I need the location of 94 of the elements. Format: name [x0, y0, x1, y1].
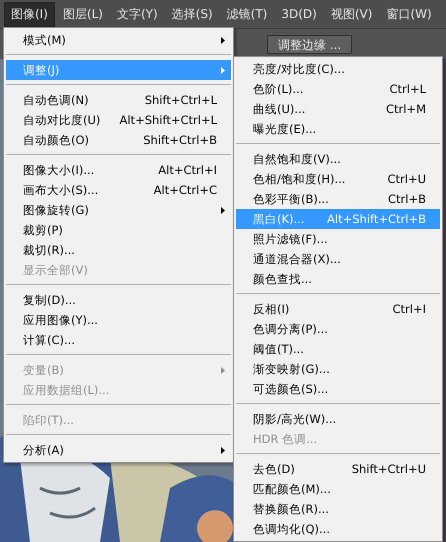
menu-item-label: 应用图像(Y)... — [23, 312, 99, 328]
menu-item-label: 通道混合器(X)... — [253, 252, 342, 266]
menu-item-label: 照片滤镜(F)... — [253, 232, 329, 246]
menu-item-label: 显示全部(V) — [23, 262, 89, 278]
shortcut-label: Shift+Ctrl+L — [144, 93, 217, 107]
menu-item-label: 裁剪(P) — [23, 222, 64, 238]
menu-item-label: 图像大小(I)... — [23, 162, 96, 178]
menu-item-label: 陷印(T)... — [23, 412, 75, 428]
menu-item-label: 计算(C)... — [23, 332, 76, 348]
menu-item[interactable]: 裁切(R)... — [6, 240, 231, 260]
menu-item[interactable]: 替换颜色(R)... — [236, 499, 440, 519]
menu-item[interactable]: 反相(I) Ctrl+I — [236, 299, 440, 319]
menu-item-label: 自然饱和度(V)... — [253, 152, 342, 166]
menu-item-label: 阈值(T)... — [253, 342, 305, 356]
menu-item[interactable]: 去色(D) Shift+Ctrl+U — [236, 459, 440, 479]
menu-item-label: 画布大小(S)... — [23, 182, 100, 198]
menu-item[interactable]: 渐变映射(G)... — [236, 359, 440, 379]
menu-item-label: 曲线(U)... — [253, 102, 306, 116]
shortcut-label: Alt+Ctrl+I — [158, 163, 217, 177]
menu-item-label: 应用数据组(L)... — [23, 382, 110, 398]
menu-item-label: 色彩平衡(B)... — [253, 192, 330, 206]
menu-item[interactable]: 分析(A) — [6, 440, 231, 460]
menu-item[interactable]: 色阶(L)... Ctrl+L — [236, 79, 440, 99]
menu-item-label: 曝光度(E)... — [253, 122, 318, 136]
shortcut-label: Alt+Ctrl+C — [154, 183, 217, 197]
refine-edge-button[interactable]: 调整边缘 ... — [267, 34, 352, 54]
menu-item[interactable]: 曲线(U)... Ctrl+M — [236, 99, 440, 119]
menu-item-label: 图像旋转(G) — [23, 202, 90, 218]
menu-item-label: 渐变映射(G)... — [253, 362, 331, 376]
menu-item-label: HDR 色调... — [253, 432, 318, 446]
menu-item-label: 模式(M) — [23, 32, 67, 48]
menu-bar-item[interactable]: 3D(D) — [275, 4, 323, 24]
menu-item-label: 可选颜色(S)... — [253, 382, 330, 396]
menu-item[interactable]: 照片滤镜(F)... — [236, 229, 440, 249]
menu-item-label: 自动色调(N) — [23, 92, 90, 108]
menu-item[interactable]: 裁剪(P) — [6, 220, 231, 240]
menu-item[interactable]: 可选颜色(S)... — [236, 379, 440, 399]
menu-item[interactable]: 阈值(T)... — [236, 339, 440, 359]
menu-item-label: 去色(D) — [253, 462, 296, 476]
menu-bar-item[interactable]: 选择(S) — [166, 2, 219, 26]
menu-bar-item[interactable]: 图层(L) — [56, 2, 109, 26]
menu-item[interactable]: 自动颜色(O) Shift+Ctrl+B — [6, 130, 231, 150]
shortcut-label: Alt+Shift+Ctrl+L — [120, 113, 217, 127]
shortcut-label: Ctrl+L — [389, 82, 426, 96]
menu-bar-item[interactable]: 图像(I) — [4, 2, 55, 26]
menu-item-label: 色阶(L)... — [253, 82, 304, 96]
menu-item-label: 替换颜色(R)... — [253, 502, 330, 516]
shortcut-label: Ctrl+U — [387, 172, 426, 186]
shortcut-label: Alt+Shift+Ctrl+B — [327, 212, 426, 226]
menu-item[interactable]: 画布大小(S)... Alt+Ctrl+C — [6, 180, 231, 200]
shortcut-label: Shift+Ctrl+U — [352, 462, 426, 476]
menu-bar-item[interactable]: 文字(Y) — [110, 2, 164, 26]
menu-item[interactable]: 色彩平衡(B)... Ctrl+B — [236, 189, 440, 209]
menu-item[interactable]: 色调分离(P)... — [236, 319, 440, 339]
menu-item[interactable]: 图像旋转(G) — [6, 200, 231, 220]
menu-item-label: 反相(I) — [253, 302, 290, 316]
menu-item-label: 自动颜色(O) — [23, 132, 90, 148]
menu-item-label: 阴影/高光(W)... — [253, 412, 338, 426]
menu-item[interactable]: 自动色调(N) Shift+Ctrl+L — [6, 90, 231, 110]
menu-item-label: 复制(D)... — [23, 292, 77, 308]
menu-item[interactable]: 曝光度(E)... — [236, 119, 440, 139]
menu-item[interactable]: 色相/饱和度(H)... Ctrl+U — [236, 169, 440, 189]
menu-item-label: 色调分离(P)... — [253, 322, 329, 336]
menu-item[interactable]: 亮度/对比度(C)... — [236, 59, 440, 79]
menu-item-label: 色相/饱和度(H)... — [253, 172, 346, 186]
menu-bar-item[interactable]: 窗口(W) — [380, 2, 438, 26]
menu-bar-item[interactable]: 视图(V) — [324, 2, 378, 26]
menu-item-label: 黑白(K)... — [253, 212, 306, 226]
menu-item-label: 颜色查找... — [253, 272, 313, 286]
menu-bar-item[interactable]: 滤镜(T) — [220, 2, 274, 26]
menu-item[interactable]: 应用图像(Y)... — [6, 310, 231, 330]
menu-item-label: 自动对比度(U) — [23, 112, 102, 128]
shortcut-label: Ctrl+I — [392, 302, 426, 316]
menu-item-label: 亮度/对比度(C)... — [253, 62, 346, 76]
menu-item-label: 匹配颜色(M)... — [253, 482, 332, 496]
menu-item[interactable]: 自动对比度(U) Alt+Shift+Ctrl+L — [6, 110, 231, 130]
menu-item-label: 变量(B) — [23, 362, 65, 378]
menu-item-label: 色调均化(Q)... — [253, 522, 331, 536]
menu-item[interactable]: 模式(M) — [6, 30, 231, 50]
menu-item[interactable]: 自然饱和度(V)... — [236, 149, 440, 169]
menu-item[interactable]: 复制(D)... — [6, 290, 231, 310]
menu-item-label: 裁切(R)... — [23, 242, 76, 258]
shortcut-label: Ctrl+B — [388, 192, 426, 206]
menu-item[interactable]: 匹配颜色(M)... — [236, 479, 440, 499]
menu-item[interactable]: 通道混合器(X)... — [236, 249, 440, 269]
shortcut-label: Ctrl+M — [386, 102, 426, 116]
menu-item[interactable]: 图像大小(I)... Alt+Ctrl+I — [6, 160, 231, 180]
menu-item[interactable]: 阴影/高光(W)... — [236, 409, 440, 429]
menu-item[interactable]: 色调均化(Q)... — [236, 519, 440, 539]
shortcut-label: Shift+Ctrl+B — [143, 133, 217, 147]
menu-item[interactable]: 计算(C)... — [6, 330, 231, 350]
menu-item-label: 调整(J) — [23, 62, 60, 78]
menu-item[interactable]: 颜色查找... — [236, 269, 440, 289]
menu-item-label: 分析(A) — [23, 442, 65, 458]
